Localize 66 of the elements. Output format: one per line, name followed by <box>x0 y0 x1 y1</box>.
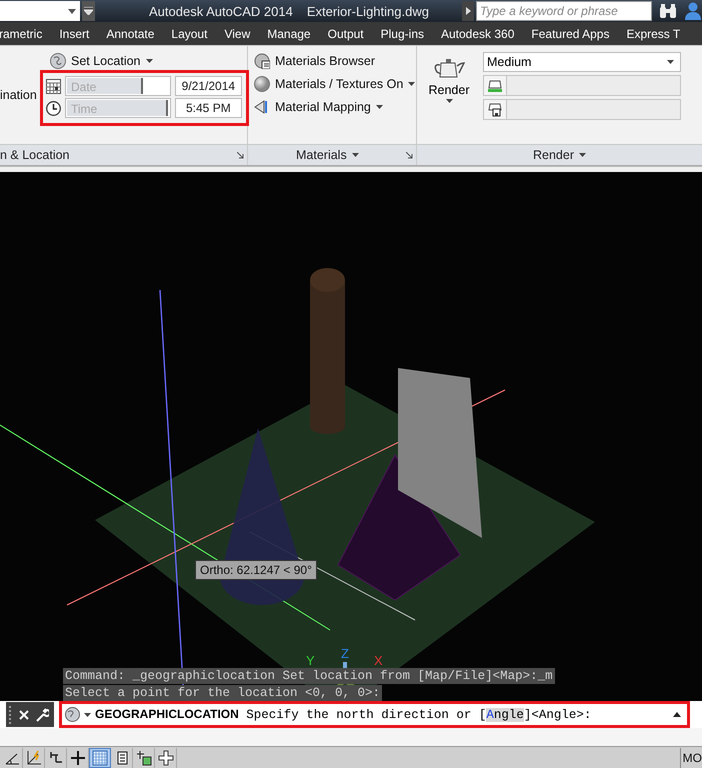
quick-access-menu-button[interactable] <box>82 1 95 21</box>
wrench-icon[interactable] <box>35 708 49 722</box>
set-location-button[interactable]: Set Location <box>50 53 152 69</box>
ortho-tooltip: Ortho: 62.1247 < 90° <box>195 560 317 580</box>
user-icon[interactable] <box>685 2 701 20</box>
crosshair-icon <box>70 750 86 766</box>
calendar-icon <box>46 78 61 94</box>
panel-title[interactable]: Materials <box>296 148 359 162</box>
ribbon-tab[interactable]: Express T <box>626 26 680 40</box>
teapot-save-icon <box>487 102 503 117</box>
caret-icon <box>446 99 452 103</box>
binoculars-icon[interactable] <box>659 3 677 19</box>
command-line-field[interactable]: GEOGRAPHICLOCATION Specify the north direction or [Angle]<Angle>: <box>59 701 690 728</box>
ribbon-tab[interactable]: Layout <box>171 26 208 40</box>
ribbon-button[interactable]: Material Mapping <box>254 99 416 115</box>
caret-icon <box>84 712 91 716</box>
sphere-icon <box>254 76 270 92</box>
close-icon[interactable] <box>19 710 29 720</box>
caret-icon <box>68 8 76 14</box>
snap-icon <box>48 750 64 766</box>
panel-title: n & Location <box>0 148 70 162</box>
quality-dropdown[interactable]: Medium <box>483 52 681 72</box>
ribbon-button[interactable]: Materials / Textures On <box>254 76 416 92</box>
ribbon-tab[interactable]: View <box>224 26 250 40</box>
teapot-progress-icon <box>487 79 503 92</box>
model-space-button[interactable]: MO <box>680 748 702 768</box>
scroll-up-icon[interactable] <box>673 712 681 717</box>
mapping-icon <box>254 99 270 115</box>
panel-button-label[interactable]: ination <box>0 88 37 102</box>
plus-icon <box>158 750 174 766</box>
ribbon-tab[interactable]: Annotate <box>106 26 154 40</box>
ribbon-tab[interactable]: Featured Apps <box>531 26 610 40</box>
caret-icon <box>84 7 93 15</box>
time-value: 5:45 PM <box>174 98 242 118</box>
axes-lightning-icon <box>26 750 42 766</box>
file-name: Exterior-Lighting.dwg <box>306 4 429 18</box>
caret-icon <box>352 153 359 157</box>
ribbon-tab[interactable]: Autodesk 360 <box>441 26 514 40</box>
ribbon-tab[interactable]: rametric <box>0 26 42 40</box>
axis-label: Z <box>341 646 349 661</box>
ribbon-button[interactable]: Materials Browser <box>254 53 416 69</box>
clock-icon <box>46 100 61 116</box>
axis-label: Y <box>306 653 315 668</box>
caret-icon <box>667 60 674 64</box>
search-field[interactable]: Type a keyword or phrase <box>476 1 652 21</box>
ribbon-tab[interactable]: Insert <box>59 26 90 40</box>
date-value: 9/21/2014 <box>174 76 242 96</box>
object-snap-icon <box>136 750 152 766</box>
sphere-grid-icon <box>254 53 270 69</box>
caret-icon <box>146 59 152 63</box>
app-title: Autodesk AutoCAD 2014 <box>149 4 293 18</box>
ribbon-tab[interactable]: Plug-ins <box>380 26 424 40</box>
launcher-icon[interactable] <box>406 152 413 158</box>
launcher-icon[interactable] <box>237 152 244 158</box>
render-button[interactable]: Render <box>429 52 469 144</box>
play-icon <box>466 7 470 15</box>
axis-label: X <box>374 653 383 668</box>
ribbon-tab[interactable]: Output <box>328 26 364 40</box>
command-prompt: GEOGRAPHICLOCATION Specify the north direction or [Angle]<Angle>: <box>95 707 592 722</box>
caret-icon <box>579 153 586 157</box>
panel-title[interactable]: Render <box>533 148 586 162</box>
ribbon-tab[interactable]: Manage <box>267 26 311 40</box>
grid-icon <box>92 750 108 766</box>
status-toggle-button[interactable] <box>89 748 111 768</box>
expand-button[interactable] <box>462 1 474 21</box>
grip-icon <box>9 706 13 724</box>
